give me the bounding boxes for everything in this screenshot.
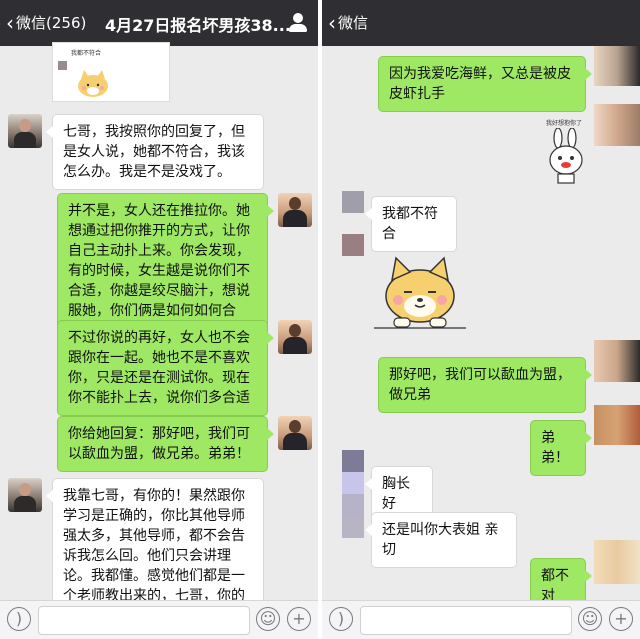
emoji-icon[interactable]: ☺	[578, 607, 602, 631]
right-input-bar: ) ☺ +	[322, 600, 640, 639]
plus-icon[interactable]: +	[609, 607, 633, 631]
rabbit-sticker-image[interactable]: 我好想抱你了	[546, 118, 586, 186]
message-bubble[interactable]: 还是叫你大表姐 亲切	[365, 512, 517, 568]
blurred-avatar	[594, 46, 640, 86]
chat-title: 4月27日报名坏男孩38...	[105, 16, 291, 35]
contact-avatar[interactable]	[342, 191, 364, 213]
message-bubble[interactable]: 你给她回复：那好吧，我们可以歃血为盟，做兄弟。弟弟！	[57, 416, 274, 472]
rabbit-sticker-caption: 我好想抱你了	[546, 120, 583, 127]
right-back-button[interactable]: ‹ 微信	[328, 12, 368, 33]
left-nav-bar: ‹ 微信(256) 4月27日报名坏男孩38...	[0, 0, 318, 46]
avatar-coach[interactable]	[278, 193, 312, 227]
message-input[interactable]	[38, 606, 250, 635]
shiba-sticker-icon	[78, 70, 108, 97]
left-input-bar: ) ☺ +	[0, 600, 318, 639]
left-back-label: 微信(256)	[16, 14, 87, 32]
blurred-avatar	[594, 104, 640, 146]
rabbit-icon	[549, 128, 583, 184]
message-bubble[interactable]: 弟弟！	[530, 420, 592, 476]
avatar-student[interactable]	[8, 478, 42, 512]
contact-avatar[interactable]	[342, 450, 364, 472]
left-back-button[interactable]: ‹ 微信(256)	[6, 12, 86, 33]
contact-avatar[interactable]	[342, 494, 364, 516]
right-chat-pane: ‹ 微信 因为我爱吃海鲜，又总是被皮皮虾扎手 我好想抱你了 我都不符合 那好吧，…	[322, 0, 640, 639]
quoted-sticker-image[interactable]: 我都不符合	[52, 42, 170, 102]
voice-icon[interactable]: )	[7, 607, 31, 631]
sticker-caption: 我都不符合	[71, 50, 102, 57]
back-chevron-icon: ‹	[328, 10, 336, 35]
message-bubble[interactable]: 七哥，我按照你的回复了，但是女人说，她都不符合，我该怎么办。我是不是没戏了。	[46, 114, 264, 190]
message-bubble[interactable]: 不过你说的再好，女人也不会跟你在一起。她也不是不喜欢你，只是还是在测试你。现在你…	[57, 320, 274, 416]
right-back-label: 微信	[338, 14, 369, 32]
contact-avatar[interactable]	[342, 516, 364, 538]
emoji-icon[interactable]: ☺	[256, 607, 280, 631]
message-input[interactable]	[360, 606, 572, 635]
person-icon[interactable]	[288, 13, 308, 33]
avatar-student[interactable]	[8, 114, 42, 148]
contact-avatar[interactable]	[342, 234, 364, 256]
shiba-sticker-icon[interactable]	[374, 254, 466, 330]
message-bubble[interactable]: 因为我爱吃海鲜，又总是被皮皮虾扎手	[378, 56, 592, 112]
voice-icon[interactable]: )	[329, 607, 353, 631]
back-chevron-icon: ‹	[6, 10, 14, 35]
right-nav-bar: ‹ 微信	[322, 0, 640, 46]
plus-icon[interactable]: +	[287, 607, 311, 631]
contact-avatar[interactable]	[342, 472, 364, 494]
left-chat-pane: ‹ 微信(256) 4月27日报名坏男孩38... 我都不符合 七哥，我按照你的…	[0, 0, 318, 639]
blurred-avatar	[594, 340, 640, 382]
blurred-avatar	[594, 540, 640, 584]
blurred-avatar	[594, 405, 640, 445]
avatar-coach[interactable]	[278, 416, 312, 450]
message-bubble[interactable]: 我都不符合	[365, 196, 457, 252]
small-swatch	[58, 61, 67, 70]
message-bubble[interactable]: 那好吧，我们可以歃血为盟，做兄弟	[378, 357, 592, 413]
avatar-coach[interactable]	[278, 320, 312, 354]
